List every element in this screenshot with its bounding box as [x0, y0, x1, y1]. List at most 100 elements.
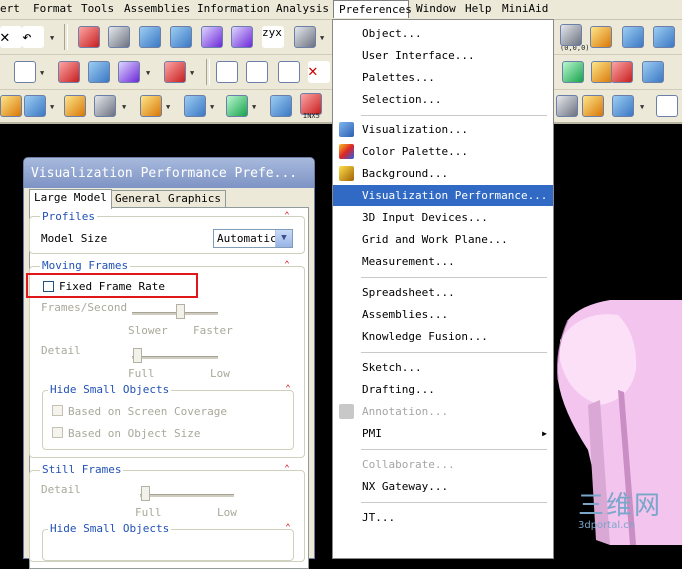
funnel-icon[interactable] — [612, 95, 634, 117]
pattern-icon[interactable] — [164, 61, 186, 83]
menu-item-sketch[interactable]: Sketch... — [333, 357, 553, 378]
menu-item-visualization[interactable]: Visualization... — [333, 119, 553, 140]
profile-icon[interactable] — [216, 61, 238, 83]
point-icon[interactable] — [560, 24, 582, 46]
shaded-cube-icon[interactable] — [139, 26, 161, 48]
menu-insert[interactable]: ert — [0, 0, 20, 19]
rectangle-icon[interactable] — [14, 61, 36, 83]
point-set-icon[interactable] — [226, 95, 248, 117]
shell-icon[interactable] — [94, 95, 116, 117]
menu-item-3d-input-devices[interactable]: 3D Input Devices... — [333, 207, 553, 228]
view-orient-icon[interactable] — [294, 26, 316, 48]
menu-item-pmi[interactable]: PMI ▶ — [333, 423, 553, 444]
point-dropdown-icon[interactable]: ▼ — [252, 104, 258, 111]
wcs-axes-icon[interactable]: zyx — [262, 26, 284, 48]
edit-object-icon[interactable] — [622, 26, 644, 48]
hidden-edge-cube-icon[interactable] — [231, 26, 253, 48]
menu-help[interactable]: Help — [465, 0, 492, 19]
menu-item-collaborate[interactable]: Collaborate... — [333, 454, 553, 475]
menu-information[interactable]: Information — [197, 0, 270, 19]
pattern-dropdown-icon[interactable]: ▼ — [190, 70, 196, 77]
menu-item-selection[interactable]: Selection... — [333, 89, 553, 110]
object-size-checkbox[interactable] — [52, 427, 63, 438]
key-icon[interactable] — [590, 26, 612, 48]
menu-item-user-interface[interactable]: User Interface... — [333, 45, 553, 66]
menu-item-annotation[interactable]: Annotation... — [333, 401, 553, 422]
still-hide-small-collapse-icon[interactable]: ⌃ — [283, 523, 293, 533]
menu-item-assemblies[interactable]: Assemblies... — [333, 304, 553, 325]
menu-separator — [361, 502, 547, 503]
view-dropdown-icon[interactable]: ▼ — [320, 35, 326, 42]
arc-icon[interactable] — [246, 61, 268, 83]
screen-coverage-checkbox[interactable] — [52, 405, 63, 416]
menu-item-nx-gateway[interactable]: NX Gateway... — [333, 476, 553, 497]
still-detail-slider-thumb[interactable] — [141, 486, 150, 501]
moving-frames-collapse-icon[interactable]: ⌃ — [282, 260, 292, 270]
menu-miniaid[interactable]: MiniAid — [502, 0, 548, 19]
menu-item-object[interactable]: Object... — [333, 23, 553, 44]
cylinder-icon[interactable] — [582, 95, 604, 117]
still-frames-collapse-icon[interactable]: ⌃ — [282, 464, 292, 474]
sheet-icon[interactable] — [562, 61, 584, 83]
tab-large-model[interactable]: Large Model — [29, 189, 112, 209]
menu-item-measurement[interactable]: Measurement... — [333, 251, 553, 272]
box-dropdown-icon[interactable]: ▼ — [50, 104, 56, 111]
menu-analysis[interactable]: Analysis — [276, 0, 329, 19]
undo-dropdown-icon[interactable]: ▼ — [50, 35, 56, 42]
menu-item-knowledge-fusion[interactable]: Knowledge Fusion... — [333, 326, 553, 347]
part-icon[interactable] — [270, 95, 292, 117]
box-icon[interactable] — [24, 95, 46, 117]
hide-small-collapse-icon[interactable]: ⌃ — [283, 384, 293, 394]
funnel-dropdown-icon[interactable]: ▼ — [640, 104, 646, 111]
menu-item-grid-and-work-plane[interactable]: Grid and Work Plane... — [333, 229, 553, 250]
display-icon[interactable] — [642, 61, 664, 83]
menu-preferences[interactable]: Preferences — [333, 0, 412, 18]
close-icon[interactable]: ✕ — [0, 26, 22, 48]
menu-assemblies[interactable]: Assemblies — [124, 0, 190, 19]
menu-item-background[interactable]: Background... — [333, 163, 553, 184]
menu-item-spreadsheet[interactable]: Spreadsheet... — [333, 282, 553, 303]
watermark: 三维网 3dportal.cn — [578, 492, 662, 532]
books-dropdown-icon[interactable]: ▼ — [210, 104, 216, 111]
menu-item-palettes[interactable]: Palettes... — [333, 67, 553, 88]
boolean-dropdown-icon[interactable]: ▼ — [146, 70, 152, 77]
delete-cube-icon[interactable] — [611, 61, 633, 83]
tab-general-graphics[interactable]: General Graphics — [110, 190, 226, 208]
menu-tools[interactable]: Tools — [81, 0, 114, 19]
polygon-icon[interactable] — [278, 61, 300, 83]
zoom-icon[interactable] — [108, 26, 130, 48]
extrude-icon[interactable] — [58, 61, 80, 83]
boolean-icon[interactable] — [118, 61, 140, 83]
detail-slider-thumb[interactable] — [133, 348, 142, 363]
menu-item-color-palette[interactable]: Color Palette... — [333, 141, 553, 162]
cube-color-icon[interactable] — [591, 61, 613, 83]
trim-icon[interactable]: ✕ — [308, 61, 330, 83]
fit-view-icon[interactable] — [78, 26, 100, 48]
offset-face-icon[interactable] — [140, 95, 162, 117]
frames-slider-thumb[interactable] — [176, 304, 185, 319]
chevron-down-icon[interactable]: ▼ — [275, 230, 292, 247]
view-icon[interactable] — [656, 95, 678, 117]
shell-dropdown-icon[interactable]: ▼ — [122, 104, 128, 111]
model-size-select[interactable]: Automatic ▼ — [213, 229, 293, 248]
rectangle-dropdown-icon[interactable]: ▼ — [40, 70, 46, 77]
pocket-icon[interactable] — [64, 95, 86, 117]
measure-icon[interactable] — [556, 95, 578, 117]
menu-window[interactable]: Window — [416, 0, 456, 19]
solid-cube-icon[interactable] — [170, 26, 192, 48]
block-icon[interactable] — [0, 95, 22, 117]
undo-icon[interactable]: ↶ — [22, 26, 44, 48]
menu-item-drafting[interactable]: Drafting... — [333, 379, 553, 400]
revolve-icon[interactable] — [88, 61, 110, 83]
menu-item-visualization-performance[interactable]: Visualization Performance... — [333, 185, 553, 206]
wireframe-cube-icon[interactable] — [201, 26, 223, 48]
menu-format[interactable]: Format — [33, 0, 73, 19]
dialog-title[interactable]: Visualization Performance Prefe... — [24, 158, 314, 188]
blank-icon[interactable] — [653, 26, 675, 48]
toolbar-separator — [64, 24, 68, 50]
still-detail-slider-track — [140, 494, 234, 497]
books-icon[interactable] — [184, 95, 206, 117]
offset-dropdown-icon[interactable]: ▼ — [166, 104, 172, 111]
menu-item-jt[interactable]: JT... — [333, 507, 553, 528]
profiles-collapse-icon[interactable]: ⌃ — [282, 211, 292, 221]
